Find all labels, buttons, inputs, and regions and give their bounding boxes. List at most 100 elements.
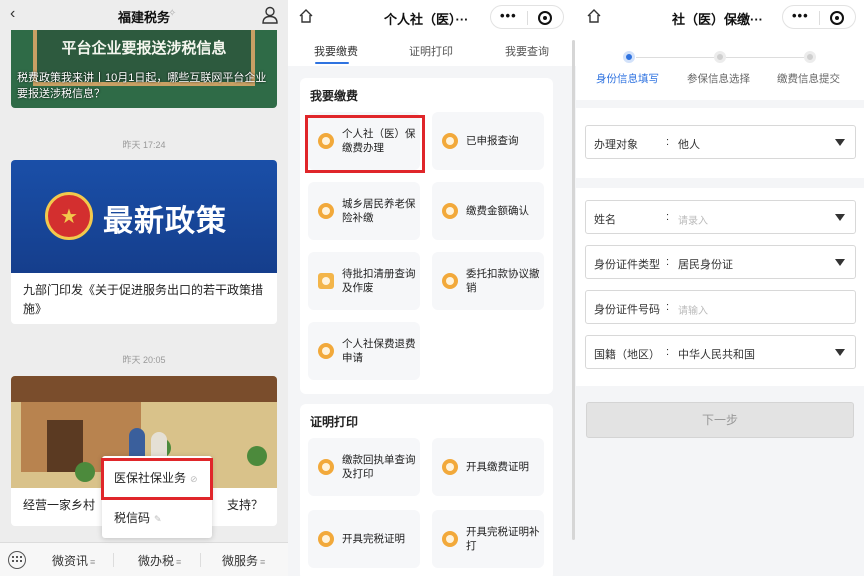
field-value: 他人 xyxy=(678,139,700,151)
service-revoke-agreement[interactable]: 委托扣款协议撤销 xyxy=(432,252,544,310)
miniprogram-header: 社（医）保缴··· ••• xyxy=(576,0,864,32)
service-pension-supplement[interactable]: 城乡居民养老保险补缴 xyxy=(308,182,420,240)
service-declared-query[interactable]: 已申报查询 xyxy=(432,112,544,170)
step-dot-active xyxy=(623,51,635,63)
service-tax-certificate[interactable]: 开具完税证明 xyxy=(308,510,420,568)
nationality-select[interactable]: 国籍（地区） : 中华人民共和国 xyxy=(585,335,856,369)
account-title: 福建税务 xyxy=(117,10,170,25)
service-icon xyxy=(318,203,334,219)
step-dot xyxy=(804,51,816,63)
article-card-2[interactable]: ★ 最新政策 九部门印发《关于促进服务出口的若干政策措施》 xyxy=(11,160,277,324)
user-icon[interactable] xyxy=(262,6,278,24)
service-label: 城乡居民养老保险补缴 xyxy=(342,198,416,224)
article-1-banner-text: 平台企业要报送涉税信息 xyxy=(61,40,227,57)
handler-select[interactable]: 办理对象 : 他人 xyxy=(585,125,856,159)
menu-list-icon: ≡ xyxy=(176,557,182,567)
verified-icon: ✧ xyxy=(168,8,177,19)
field-label: 姓名 xyxy=(594,214,616,226)
service-payment-certificate[interactable]: 开具缴费证明 xyxy=(432,438,544,496)
service-receipt-print[interactable]: 缴款回执单查询及打印 xyxy=(308,438,420,496)
step-connector xyxy=(636,57,720,58)
section-title: 我要缴费 xyxy=(310,89,359,103)
service-pending-deduction[interactable]: 待批扣清册查询及作废 xyxy=(308,252,420,310)
menu-list-icon: ≡ xyxy=(260,557,266,567)
menu-label: 微办税 xyxy=(138,554,175,568)
capsule-menu: ••• xyxy=(490,5,564,29)
article-2-banner-text: 最新政策 xyxy=(103,205,227,238)
service-label: 个人社（医）保缴费办理 xyxy=(342,128,416,154)
search-icon xyxy=(318,459,334,475)
article-2-banner: ★ 最新政策 xyxy=(11,160,277,273)
service-label: 待批扣清册查询及作废 xyxy=(342,268,416,294)
name-input[interactable]: 姓名 : 请录入 xyxy=(585,200,856,234)
close-target-icon[interactable] xyxy=(538,11,552,25)
service-tax-certificate-reprint[interactable]: 开具完税证明补打 xyxy=(432,510,544,568)
tab-bar: 我要缴费 证明打印 我要查询 xyxy=(288,32,576,66)
service-label: 开具缴费证明 xyxy=(466,461,529,473)
service-icon xyxy=(318,531,334,547)
page-title: 社（医）保缴··· xyxy=(672,12,763,27)
field-label: 身份证件号码 xyxy=(594,304,660,316)
id-number-input[interactable]: 身份证件号码 : 请输入 xyxy=(585,290,856,324)
id-type-select[interactable]: 身份证件类型 : 居民身份证 xyxy=(585,245,856,279)
menu-weibanshui[interactable]: 微办税 ≡ xyxy=(138,552,181,569)
step-connector xyxy=(726,57,808,58)
step-dot xyxy=(714,51,726,63)
keyboard-icon[interactable] xyxy=(8,551,26,569)
close-target-icon[interactable] xyxy=(830,11,844,25)
tab-certificate-print[interactable]: 证明打印 xyxy=(409,43,453,59)
miniprogram-icon: ⊘ xyxy=(190,474,198,484)
page-title: 个人社（医）··· xyxy=(384,12,469,27)
article-3-caption-left: 经营一家乡村 xyxy=(23,498,96,512)
article-3-caption-right: 支持？ xyxy=(227,498,264,512)
more-icon[interactable]: ••• xyxy=(792,8,809,23)
document-icon xyxy=(318,273,334,289)
miniprogram-icon: ✎ xyxy=(154,514,162,524)
next-step-button[interactable]: 下一步 xyxy=(586,402,854,438)
article-1-caption: 税费政策我来讲丨10月1日起，哪些互联网平台企业要报送涉税信息？ xyxy=(17,72,267,100)
service-label: 缴费金额确认 xyxy=(466,205,529,217)
field-value: 居民身份证 xyxy=(678,259,733,271)
field-colon: : xyxy=(666,136,670,148)
article-2-caption: 九部门印发《关于促进服务出口的若干政策措施》 xyxy=(23,283,264,316)
article-1-image: 平台企业要报送涉税信息 税费政策我来讲丨10月1日起，哪些互联网平台企业要报送涉… xyxy=(11,24,277,108)
menu-item-tax-code[interactable]: 税信码 ✎ xyxy=(102,500,212,536)
dropdown-caret-icon xyxy=(835,259,845,266)
service-label: 已申报查询 xyxy=(466,135,519,147)
insurance-form-panel: 社（医）保缴··· ••• 身份信息填写 参保信息选择 缴费信息提交 办理对象 … xyxy=(576,0,864,576)
service-label: 个人社保费退费申请 xyxy=(342,338,416,364)
service-insurance-payment[interactable]: 个人社（医）保缴费办理 xyxy=(308,112,420,170)
section-title: 证明打印 xyxy=(310,415,359,429)
section-certificate-print: 证明打印 缴款回执单查询及打印 开具缴费证明 开具完税证明 开具完税证明补打 xyxy=(300,404,553,576)
menu-item-medical-social-insurance[interactable]: 医保社保业务 ⊘ xyxy=(102,460,212,496)
field-label: 国籍（地区） xyxy=(594,349,660,361)
field-value: 中华人民共和国 xyxy=(678,349,755,361)
field-placeholder: 请输入 xyxy=(678,306,708,317)
menu-label: 微服务 xyxy=(222,554,259,568)
more-icon[interactable]: ••• xyxy=(500,8,517,23)
miniprogram-service-list-panel: 个人社（医）··· ••• 我要缴费 证明打印 我要查询 我要缴费 个人社（医）… xyxy=(288,0,576,576)
scrollbar[interactable] xyxy=(572,40,575,540)
menu-label: 微资讯 xyxy=(52,554,89,568)
home-icon[interactable] xyxy=(298,8,314,24)
menu-list-icon: ≡ xyxy=(90,557,96,567)
tab-query[interactable]: 我要查询 xyxy=(505,43,549,59)
field-colon: : xyxy=(666,346,670,358)
menu-popup: 医保社保业务 ⊘ 税信码 ✎ xyxy=(102,456,212,538)
dropdown-caret-icon xyxy=(835,214,845,221)
menu-weifuwu[interactable]: 微服务 ≡ xyxy=(222,552,265,569)
service-refund-application[interactable]: 个人社保费退费申请 xyxy=(308,322,420,380)
wechat-header: ‹ 福建税务 ✧ xyxy=(0,0,288,30)
article-card-1[interactable]: 平台企业要报送涉税信息 税费政策我来讲丨10月1日起，哪些互联网平台企业要报送涉… xyxy=(11,24,277,108)
menu-weizixun[interactable]: 微资讯 ≡ xyxy=(52,552,95,569)
form-block-handler: 办理对象 : 他人 xyxy=(576,108,864,178)
wechat-article-list-panel: 平台企业要报送涉税信息 税费政策我来讲丨10月1日起，哪些互联网平台企业要报送涉… xyxy=(0,0,288,576)
timestamp: 昨天 17:24 xyxy=(122,140,166,150)
service-icon xyxy=(442,203,458,219)
home-icon[interactable] xyxy=(586,8,602,24)
form-block-identity: 姓名 : 请录入 身份证件类型 : 居民身份证 身份证件号码 : 请输入 国籍（… xyxy=(576,188,864,386)
bottom-menu-bar: 微资讯 ≡ 微办税 ≡ 微服务 ≡ xyxy=(0,542,288,576)
tab-pay[interactable]: 我要缴费 xyxy=(314,43,358,59)
service-amount-confirm[interactable]: 缴费金额确认 xyxy=(432,182,544,240)
field-label: 办理对象 xyxy=(594,139,638,151)
